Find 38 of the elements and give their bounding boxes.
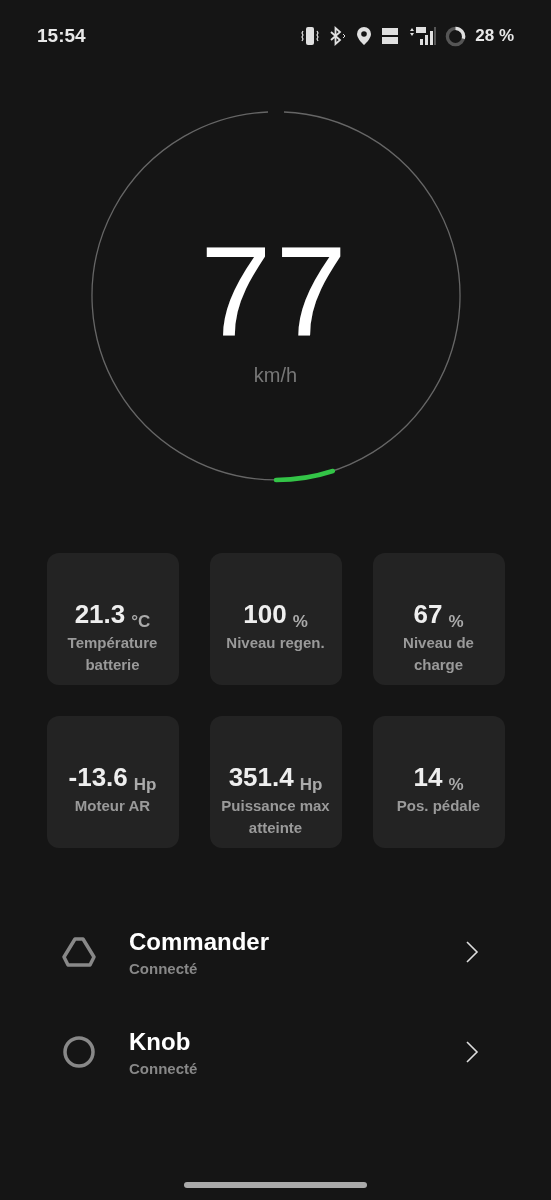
chevron-right-icon [465, 940, 479, 964]
stat-value: -13.6 [68, 762, 128, 793]
battery-ring-icon [445, 25, 467, 47]
stat-unit: °C [131, 612, 151, 632]
stat-label: Pos. pédale [395, 796, 482, 816]
device-item[interactable]: Knob Connecté [0, 1002, 551, 1102]
stat-label: Niveau de charge [402, 633, 475, 675]
circle-icon [62, 1035, 96, 1069]
device-name: Knob [129, 1027, 192, 1056]
device-item[interactable]: Commander Connecté [0, 902, 551, 1002]
speed-unit: km/h [253, 364, 298, 387]
stat-label: Moteur AR [73, 796, 152, 816]
device-status: Connecté [129, 1059, 199, 1077]
location-icon [356, 26, 373, 46]
stat-label: Niveau regen. [225, 633, 326, 653]
vibrate-icon [300, 26, 321, 46]
home-indicator[interactable] [184, 1182, 367, 1188]
stat-unit: Hp [133, 775, 157, 795]
signal-icon [408, 26, 437, 46]
stat-label: Puissance max atteinte [220, 796, 331, 838]
stat-unit: % [448, 612, 464, 632]
stat-value: 351.4 [228, 762, 294, 793]
stat-value: 14 [413, 762, 443, 793]
stat-unit: Hp [299, 775, 323, 795]
stat-unit: % [292, 612, 308, 632]
chevron-right-icon [465, 1040, 479, 1064]
stat-unit: % [448, 775, 464, 795]
device-name: Commander [129, 927, 271, 956]
triangle-icon [62, 935, 96, 969]
speed-value: 77 [200, 228, 351, 356]
stat-value: 100 [243, 599, 287, 630]
stat-value: 67 [413, 599, 443, 630]
stat-value: 21.3 [74, 599, 126, 630]
battery-percentage: 28 % [475, 26, 514, 46]
device-status: Connecté [129, 959, 199, 977]
clock: 15:54 [37, 25, 87, 47]
bluetooth-icon [329, 26, 348, 46]
stat-label: Température batterie [66, 633, 159, 675]
